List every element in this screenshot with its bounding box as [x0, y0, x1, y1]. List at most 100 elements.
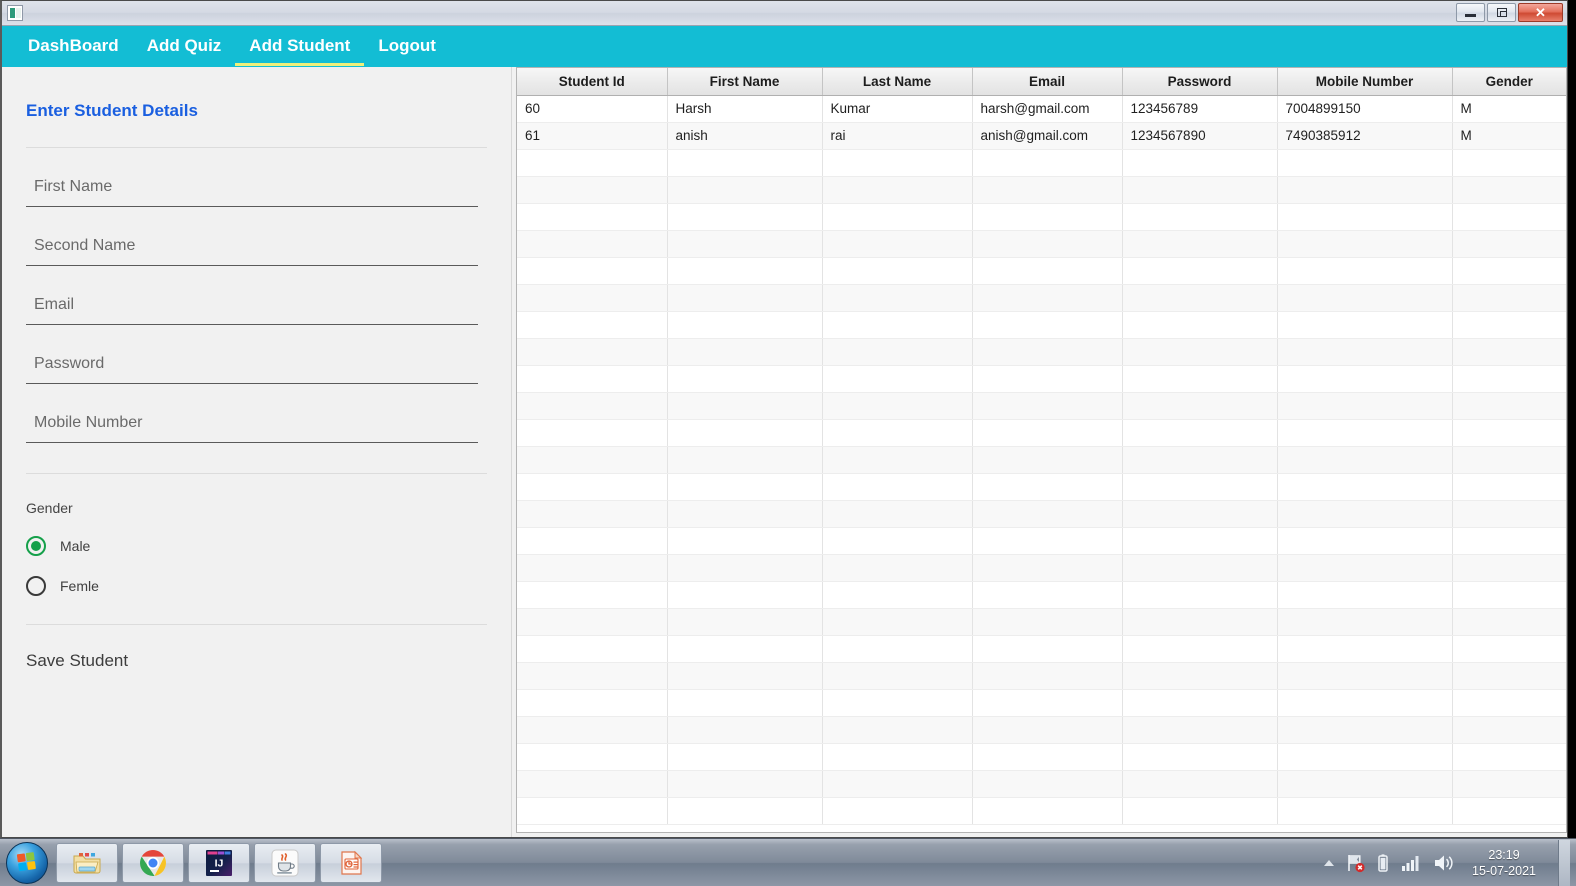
taskbar-clock[interactable]: 23:19 15-07-2021	[1466, 847, 1548, 879]
table-column-header[interactable]: Mobile Number	[1277, 68, 1453, 96]
volume-speaker-icon[interactable]	[1432, 852, 1456, 874]
table-empty-row[interactable]	[517, 176, 1566, 204]
table-empty-row[interactable]	[517, 392, 1566, 420]
table-empty-row[interactable]	[517, 716, 1566, 744]
table-empty-row[interactable]	[517, 581, 1566, 609]
email-input[interactable]	[26, 296, 478, 325]
table-empty-row[interactable]	[517, 770, 1566, 798]
powerpoint-icon	[341, 850, 363, 875]
table-row[interactable]: 60 Harsh Kumar harsh@gmail.com 123456789 7004…	[517, 95, 1566, 123]
nav-item-add-quiz[interactable]: Add Quiz	[133, 27, 236, 66]
students-table-container[interactable]: Student Id First Name Last Name Email Passwo…	[516, 67, 1567, 833]
mobile-number-input[interactable]	[26, 414, 478, 443]
table-cell-empty	[517, 473, 668, 501]
table-empty-row[interactable]	[517, 662, 1566, 690]
taskbar-item-google-chrome[interactable]	[122, 842, 184, 883]
table-cell-empty	[667, 797, 823, 825]
battery-icon[interactable]	[1376, 852, 1390, 874]
table-cell-empty	[1122, 581, 1278, 609]
table-empty-row[interactable]	[517, 554, 1566, 582]
table-column-header[interactable]: Gender	[1452, 68, 1566, 96]
window-title-bar[interactable]: ✕	[2, 1, 1567, 26]
taskbar-task-buttons: IJ	[56, 842, 382, 883]
table-cell-empty	[1452, 338, 1566, 366]
table-cell-empty	[1122, 311, 1278, 339]
password-input[interactable]	[26, 355, 478, 384]
table-empty-row[interactable]	[517, 149, 1566, 177]
table-cell-empty	[667, 581, 823, 609]
taskbar-item-file-explorer[interactable]	[56, 842, 118, 883]
table-column-header[interactable]: Student Id	[517, 68, 668, 96]
show-hidden-icons-button[interactable]	[1324, 859, 1335, 866]
table-empty-row[interactable]	[517, 608, 1566, 636]
table-cell-empty	[1277, 716, 1453, 744]
second-name-input[interactable]	[26, 237, 478, 266]
close-button[interactable]: ✕	[1518, 3, 1563, 22]
field-first-name	[26, 178, 487, 207]
taskbar-item-powerpoint[interactable]	[320, 842, 382, 883]
table-empty-row[interactable]	[517, 446, 1566, 474]
clock-time: 23:19	[1488, 847, 1520, 862]
radio-option-male[interactable]: Male	[26, 536, 487, 556]
table-empty-row[interactable]	[517, 257, 1566, 285]
table-cell-empty	[1122, 689, 1278, 717]
table-cell-empty	[1452, 392, 1566, 420]
table-empty-row[interactable]	[517, 311, 1566, 339]
radio-option-female[interactable]: Femle	[26, 576, 487, 596]
save-student-button[interactable]: Save Student	[26, 651, 128, 671]
table-cell-empty	[667, 608, 823, 636]
taskbar-item-intellij-idea[interactable]: IJ	[188, 842, 250, 883]
table-empty-row[interactable]	[517, 689, 1566, 717]
nav-item-logout[interactable]: Logout	[364, 27, 450, 66]
table-cell-empty	[1452, 500, 1566, 528]
table-column-header[interactable]: Password	[1122, 68, 1278, 96]
table-cell-empty	[1452, 257, 1566, 285]
show-desktop-button[interactable]	[1558, 839, 1570, 886]
nav-item-dashboard[interactable]: DashBoard	[14, 27, 133, 66]
table-cell: M	[1452, 122, 1566, 150]
table-header: Student Id First Name Last Name Email Passwo…	[517, 68, 1566, 96]
gender-divider	[26, 624, 487, 625]
table-cell: 1234567890	[1122, 122, 1278, 150]
table-column-header[interactable]: Last Name	[822, 68, 973, 96]
restore-button[interactable]	[1487, 3, 1516, 22]
table-cell-empty	[1122, 608, 1278, 636]
table-cell-empty	[1122, 284, 1278, 312]
table-cell-empty	[1452, 662, 1566, 690]
table-cell-empty	[1277, 581, 1453, 609]
table-empty-row[interactable]	[517, 743, 1566, 771]
action-center-flag-icon[interactable]	[1344, 852, 1366, 874]
table-cell-empty	[667, 635, 823, 663]
minimize-button[interactable]	[1456, 3, 1485, 22]
nav-label: Add Student	[249, 36, 351, 55]
table-column-header[interactable]: First Name	[667, 68, 823, 96]
table-row[interactable]: 61 anish rai anish@gmail.com 1234567890 74903…	[517, 122, 1566, 150]
table-empty-row[interactable]	[517, 473, 1566, 501]
table-cell-empty	[822, 284, 973, 312]
table-empty-row[interactable]	[517, 230, 1566, 258]
table-cell-empty	[822, 527, 973, 555]
table-empty-row[interactable]	[517, 419, 1566, 447]
nav-item-add-student[interactable]: Add Student	[235, 27, 365, 66]
table-empty-row[interactable]	[517, 338, 1566, 366]
table-empty-row[interactable]	[517, 797, 1566, 825]
start-button[interactable]	[6, 841, 48, 884]
table-empty-row[interactable]	[517, 500, 1566, 528]
heading-divider	[26, 147, 487, 148]
table-column-header[interactable]: Email	[972, 68, 1123, 96]
table-cell-empty	[1277, 770, 1453, 798]
table-empty-row[interactable]	[517, 635, 1566, 663]
taskbar-item-java-application[interactable]	[254, 842, 316, 883]
table-empty-row[interactable]	[517, 365, 1566, 393]
table-cell-empty	[972, 176, 1123, 204]
table-empty-row[interactable]	[517, 284, 1566, 312]
network-signal-icon[interactable]	[1400, 853, 1422, 873]
minimize-icon	[1465, 14, 1476, 17]
first-name-input[interactable]	[26, 178, 478, 207]
table-cell-empty	[822, 419, 973, 447]
table-cell-empty	[1277, 419, 1453, 447]
restore-icon	[1496, 8, 1507, 17]
table-empty-row[interactable]	[517, 203, 1566, 231]
table-cell-empty	[972, 392, 1123, 420]
table-empty-row[interactable]	[517, 527, 1566, 555]
